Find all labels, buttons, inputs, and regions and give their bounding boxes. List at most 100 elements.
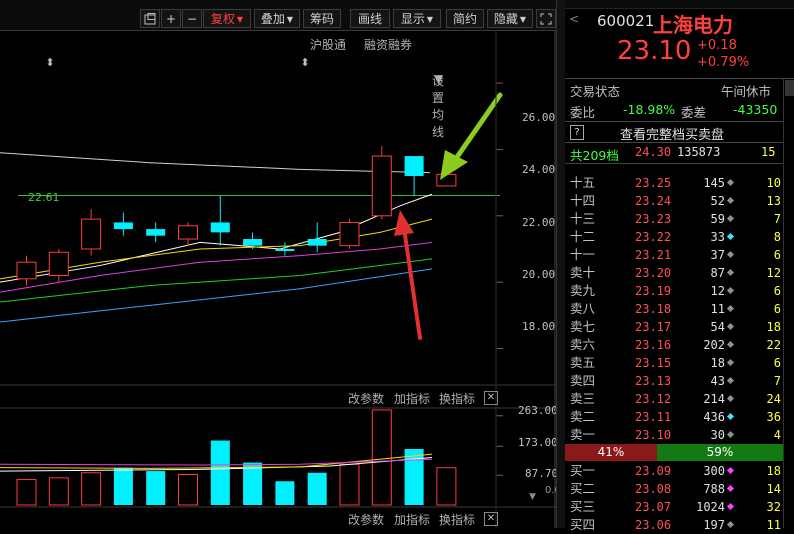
asks-label: 卖二 [570, 409, 596, 424]
kline-y-tick: 22.00 [522, 216, 556, 229]
volume-bar [146, 471, 166, 505]
candle-body [436, 173, 457, 187]
vol-add-indicator-button[interactable]: 加指标 [394, 390, 430, 407]
volume-bar [371, 409, 392, 506]
panel-splitter[interactable] [556, 0, 565, 528]
nav-prev-icon[interactable]: < [569, 12, 579, 26]
candle-body [339, 221, 360, 247]
bottom-params-button[interactable]: 改参数 [348, 511, 384, 528]
asks-row[interactable]: 卖八 23.18 11 6 [565, 300, 783, 318]
diamond-icon [726, 394, 735, 403]
candle-body [16, 261, 37, 280]
candle-body [146, 229, 166, 236]
asks-row[interactable]: 卖一 23.10 30 4 [565, 426, 783, 444]
asks-label: 十四 [570, 193, 596, 208]
vol-params-button[interactable]: 改参数 [348, 390, 384, 407]
diamond-icon [726, 304, 735, 313]
volume-bar [243, 462, 263, 505]
asks-volume: 436 [703, 410, 725, 424]
asks-row[interactable]: 卖五 23.15 18 6 [565, 354, 783, 372]
asks-volume: 202 [703, 338, 725, 352]
bids-label: 买三 [570, 499, 596, 514]
side-tab[interactable] [785, 80, 794, 96]
volume-bar [307, 472, 327, 505]
asks-count: 18 [766, 320, 781, 334]
bottom-switch-indicator-button[interactable]: 换指标 [439, 511, 475, 528]
full-book-link[interactable]: 查看完整档买卖盘 [620, 124, 724, 143]
asks-volume: 37 [710, 248, 725, 262]
asks-volume: 54 [710, 320, 725, 334]
ma-line [0, 268, 433, 323]
diamond-icon [726, 484, 735, 493]
asks-row[interactable]: 卖三 23.12 214 24 [565, 390, 783, 408]
divider [565, 121, 784, 122]
asks-label: 卖八 [570, 301, 596, 316]
asks-count: 4 [773, 428, 781, 442]
annotation-arrows [394, 92, 503, 340]
volume-bar [404, 449, 424, 505]
diamond-icon [726, 250, 735, 259]
bids-label: 买二 [570, 481, 596, 496]
vol-y-tick: 87.70 [525, 467, 559, 480]
weicha-label: 委差 [681, 105, 707, 120]
candle-body [113, 222, 133, 230]
diamond-icon [726, 376, 735, 385]
divider [565, 78, 794, 79]
bids-row[interactable]: 买四 23.06 197 11 [565, 516, 783, 534]
volume-bar [48, 477, 69, 506]
weicha-value: -43350 [733, 102, 778, 117]
bids-row[interactable]: 买三 23.07 1024 32 [565, 498, 783, 516]
diamond-icon [726, 502, 735, 511]
vol-y-tick: 173.00 [518, 436, 558, 449]
bids-row[interactable]: 买二 23.08 788 14 [565, 480, 783, 498]
right-marker-icon: ⬍ [300, 56, 309, 69]
volume-bar [436, 467, 457, 506]
candle-body [371, 155, 392, 217]
asks-volume: 33 [710, 230, 725, 244]
diamond-icon [726, 466, 735, 475]
asks-row[interactable]: 十五 23.25 145 10 [565, 174, 783, 192]
asks-row[interactable]: 卖十 23.20 87 12 [565, 264, 783, 282]
asks-label: 卖三 [570, 391, 596, 406]
close-icon[interactable]: ✕ [484, 512, 498, 526]
asks-row[interactable]: 十四 23.24 52 13 [565, 192, 783, 210]
asks-label: 十二 [570, 229, 596, 244]
asks-row[interactable]: 十二 23.22 33 8 [565, 228, 783, 246]
diamond-icon [726, 340, 735, 349]
asks-row[interactable]: 十三 23.23 59 7 [565, 210, 783, 228]
red-arrowhead [394, 210, 414, 236]
bids-volume: 197 [703, 518, 725, 532]
asks-row[interactable]: 卖二 23.11 436 36 [565, 408, 783, 426]
asks-count: 7 [773, 212, 781, 226]
bottom-add-indicator-button[interactable]: 加指标 [394, 511, 430, 528]
bids-row[interactable]: 买一 23.09 300 18 [565, 462, 783, 480]
vol-switch-indicator-button[interactable]: 换指标 [439, 390, 475, 407]
collapse-arrow-icon[interactable]: ▼ [529, 492, 536, 502]
asks-volume: 43 [710, 374, 725, 388]
stock-name: 上海电力 [653, 13, 733, 37]
asks-count: 6 [773, 302, 781, 316]
bids-count: 18 [766, 464, 781, 478]
close-icon[interactable]: ✕ [484, 391, 498, 405]
asks-label: 十三 [570, 211, 596, 226]
asks-row[interactable]: 卖四 23.13 43 7 [565, 372, 783, 390]
asks-row[interactable]: 十一 23.21 37 6 [565, 246, 783, 264]
asks-count: 6 [773, 248, 781, 262]
asks-count: 13 [766, 194, 781, 208]
bids-volume: 788 [703, 482, 725, 496]
candle-body [307, 239, 327, 246]
kline-y-tick: 26.00 [522, 111, 556, 124]
asks-label: 卖七 [570, 319, 596, 334]
last-price: 23.10 [617, 36, 692, 66]
diamond-icon [726, 358, 735, 367]
bids-count: 11 [766, 518, 781, 532]
help-icon[interactable]: ? [570, 125, 584, 140]
diamond-icon [726, 286, 735, 295]
asks-row[interactable]: 卖七 23.17 54 18 [565, 318, 783, 336]
candle-body [275, 248, 295, 251]
asks-label: 卖五 [570, 355, 596, 370]
total-levels-label: 共209档 [570, 148, 619, 163]
asks-row[interactable]: 卖九 23.19 12 6 [565, 282, 783, 300]
asks-row[interactable]: 卖六 23.16 202 22 [565, 336, 783, 354]
vol-y-tick: 263.00 [518, 404, 558, 417]
